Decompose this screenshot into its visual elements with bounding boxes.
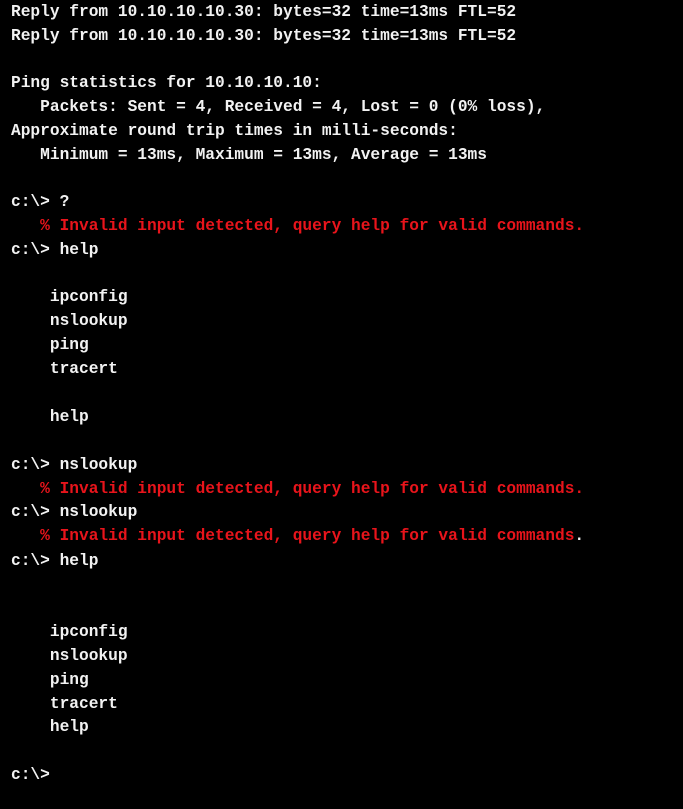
error-message: % Invalid input detected, query help for… bbox=[11, 480, 585, 498]
command-line: c:\> ? bbox=[11, 193, 70, 211]
help-list-item: ping bbox=[11, 336, 89, 354]
error-message: % Invalid input detected, query help for… bbox=[11, 527, 575, 545]
help-list-item: tracert bbox=[11, 695, 118, 713]
ping-packets-line: Packets: Sent = 4, Received = 4, Lost = … bbox=[11, 98, 546, 116]
help-list-item: ipconfig bbox=[11, 623, 128, 641]
terminal-window[interactable]: Reply from 10.10.10.10.30: bytes=32 time… bbox=[0, 0, 683, 809]
command-prompt-input[interactable]: c:\> bbox=[11, 764, 50, 788]
help-list-item: nslookup bbox=[11, 312, 128, 330]
ping-statistics-header: Ping statistics for 10.10.10.10: bbox=[11, 74, 322, 92]
help-list-item: ipconfig bbox=[11, 288, 128, 306]
help-list-item: tracert bbox=[11, 360, 118, 378]
command-line: c:\> help bbox=[11, 241, 99, 259]
error-message: % Invalid input detected, query help for… bbox=[11, 217, 585, 235]
rtt-header-line: Approximate round trip times in milli-se… bbox=[11, 122, 458, 140]
rtt-values-line: Minimum = 13ms, Maximum = 13ms, Average … bbox=[11, 146, 487, 164]
command-line: c:\> nslookup bbox=[11, 503, 138, 521]
help-list-item: nslookup bbox=[11, 647, 128, 665]
help-list-item: help bbox=[11, 718, 89, 736]
help-list-item: help bbox=[11, 408, 89, 426]
help-list-item: ping bbox=[11, 671, 89, 689]
ping-reply-line: Reply from 10.10.10.10.30: bytes=32 time… bbox=[11, 27, 517, 45]
error-message-period: . bbox=[574, 527, 585, 545]
ping-reply-line: Reply from 10.10.10.10.30: bytes=32 time… bbox=[11, 3, 517, 21]
error-message-line: % Invalid input detected, query help for… bbox=[11, 525, 584, 549]
command-line: c:\> nslookup bbox=[11, 456, 138, 474]
command-line: c:\> help bbox=[11, 552, 99, 570]
